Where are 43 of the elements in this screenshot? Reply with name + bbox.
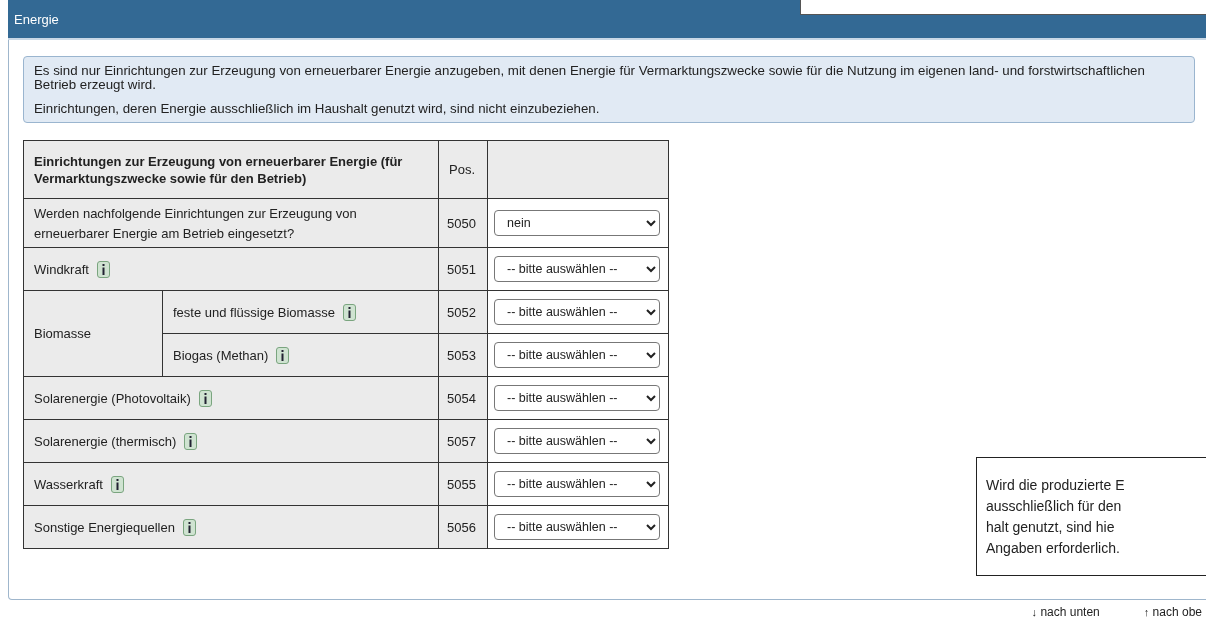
tooltip-text: Wird die produzierte E	[986, 476, 1126, 495]
dropdown-select[interactable]: -- bitte auswählen --	[494, 385, 660, 412]
tooltip-text: ausschließlich für den	[986, 497, 1123, 516]
dropdown-select[interactable]: -- bitte auswählen --	[494, 514, 660, 541]
position-number: 5054	[438, 376, 488, 420]
row-label: Werden nachfolgende Einrichtungen zur Erzeugung von erneuerbarer Energie am Betrieb eingesetzt?	[34, 206, 357, 242]
nav-link[interactable]: ↑ nach obe	[1143, 605, 1202, 619]
info-icon[interactable]	[342, 304, 356, 322]
notice-text: Es sind nur Einrichtungen zur Erzeugung von erneuerbarer Energie anzugeben, mit denen Energie für Vermarktungszwecke sowie für die Nutzung im eigenen land- und forstwirtschaftlichen Betrieb erzeugt wird.	[34, 64, 1146, 92]
position-number: 5051	[438, 247, 488, 291]
row-label: Wasserkraft	[34, 477, 103, 493]
position-number: 5057	[438, 419, 488, 463]
row-label: Windkraft	[34, 262, 89, 278]
dropdown-select[interactable]: -- bitte auswählen --	[494, 428, 660, 455]
dropdown-select[interactable]: -- bitte auswählen --	[494, 342, 660, 369]
row-label: Sonstige Energiequellen	[34, 520, 175, 536]
info-icon[interactable]	[184, 433, 198, 451]
dropdown-select[interactable]: -- bitte auswählen --	[494, 256, 660, 283]
dropdown-select[interactable]: -- bitte auswählen --	[494, 299, 660, 326]
row-label: Biogas (Methan)	[173, 348, 269, 364]
info-icon[interactable]	[96, 261, 110, 279]
tooltip-text: Angaben erforderlich.	[986, 539, 1121, 558]
section-title: Energie	[14, 11, 59, 27]
column-header: Pos.	[438, 140, 488, 199]
position-number: 5050	[438, 198, 488, 248]
info-icon[interactable]	[110, 476, 124, 494]
notice-text: Einrichtungen, deren Energie ausschließlich im Haushalt genutzt wird, sind nicht einzubeziehen.	[34, 102, 601, 116]
row-label: feste und flüssige Biomasse	[173, 305, 335, 321]
info-icon[interactable]	[276, 347, 290, 365]
dropdown-select[interactable]: -- bitte auswählen --	[494, 471, 660, 498]
column-header: Einrichtungen zur Erzeugung von erneuerbarer Energie (für Vermarktungszwecke sowie für den Betrieb)	[23, 140, 439, 199]
dropdown-select[interactable]: nein	[494, 210, 660, 237]
row-label: Solarenergie (thermisch)	[34, 434, 177, 450]
tooltip-text: halt genutzt, sind hie	[986, 518, 1116, 537]
position-number: 5053	[438, 333, 488, 377]
info-icon[interactable]	[198, 390, 212, 408]
position-number: 5056	[438, 505, 488, 549]
group-label: Biomasse	[23, 290, 163, 377]
row-label: Solarenergie (Photovoltaik)	[34, 391, 191, 407]
position-number: 5055	[438, 462, 488, 506]
position-number: 5052	[438, 290, 488, 334]
info-icon[interactable]	[182, 519, 196, 537]
nav-link[interactable]: ↓ nach unten	[1031, 605, 1100, 619]
